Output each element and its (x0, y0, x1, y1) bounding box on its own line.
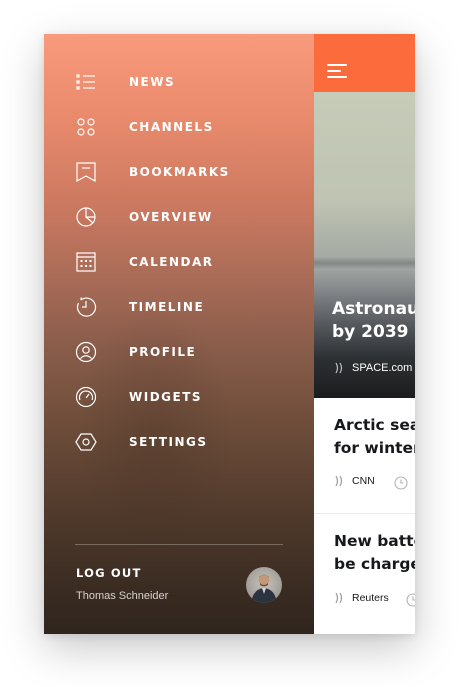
menu-item-channels[interactable]: CHANNELS (44, 104, 314, 149)
logout-button[interactable]: LOG OUT (76, 566, 142, 580)
menu-item-profile[interactable]: PROFILE (44, 329, 314, 374)
source-wave-icon (335, 475, 343, 487)
article-title: New batte be charge (334, 532, 415, 573)
menu-item-label: BOOKMARKS (129, 164, 230, 179)
hamburger-icon[interactable] (327, 64, 347, 78)
hero-title: Astronaut by 2039 (332, 299, 415, 342)
menu-item-label: TIMELINE (129, 299, 205, 314)
bookmark-icon (75, 161, 97, 183)
menu-item-label: PROFILE (129, 344, 197, 359)
pie-chart-icon (75, 206, 97, 228)
clock-icon (406, 593, 415, 607)
menu-item-label: CALENDAR (129, 254, 214, 269)
hexagon-gear-icon (75, 431, 97, 453)
menu-item-label: SETTINGS (129, 434, 208, 449)
menu-item-label: OVERVIEW (129, 209, 213, 224)
menu-item-label: WIDGETS (129, 389, 203, 404)
gauge-icon (75, 386, 97, 408)
source-wave-icon (335, 592, 343, 604)
article-title: Arctic sea for winter (334, 416, 415, 457)
app-window: Astronaut by 2039 SPACE.com Arctic sea f… (44, 34, 415, 634)
menu-item-settings[interactable]: SETTINGS (44, 419, 314, 464)
hero-article[interactable]: Astronaut by 2039 (314, 92, 415, 398)
menu-item-bookmarks[interactable]: BOOKMARKS (44, 149, 314, 194)
article-card[interactable]: Arctic sea for winter CNN (314, 398, 415, 513)
article-source: CNN (334, 474, 375, 488)
menu-item-label: NEWS (129, 74, 176, 89)
menu-item-overview[interactable]: OVERVIEW (44, 194, 314, 239)
article-source: Reuters (334, 591, 389, 605)
source-wave-icon (335, 362, 343, 374)
user-name: Thomas Schneider (76, 590, 169, 602)
news-feed: Astronaut by 2039 SPACE.com Arctic sea f… (314, 34, 415, 634)
history-clock-icon (75, 296, 97, 318)
article-card[interactable]: New batte be charge Reuters (314, 514, 415, 634)
menu-item-calendar[interactable]: CALENDAR (44, 239, 314, 284)
calendar-icon (75, 251, 97, 273)
navigation-drawer: NEWS CHANNELS BOOKMARKS OVERVIEW CALENDA… (44, 34, 314, 634)
grid-dots-icon (75, 116, 97, 138)
list-icon (75, 71, 97, 93)
menu-item-widgets[interactable]: WIDGETS (44, 374, 314, 419)
menu-item-label: CHANNELS (129, 119, 214, 134)
user-circle-icon (75, 341, 97, 363)
avatar[interactable] (246, 567, 282, 603)
hero-source: SPACE.com (334, 361, 412, 375)
menu-item-news[interactable]: NEWS (44, 59, 314, 104)
top-bar (314, 34, 415, 92)
menu-item-timeline[interactable]: TIMELINE (44, 284, 314, 329)
divider (75, 544, 283, 545)
clock-icon (394, 476, 408, 490)
